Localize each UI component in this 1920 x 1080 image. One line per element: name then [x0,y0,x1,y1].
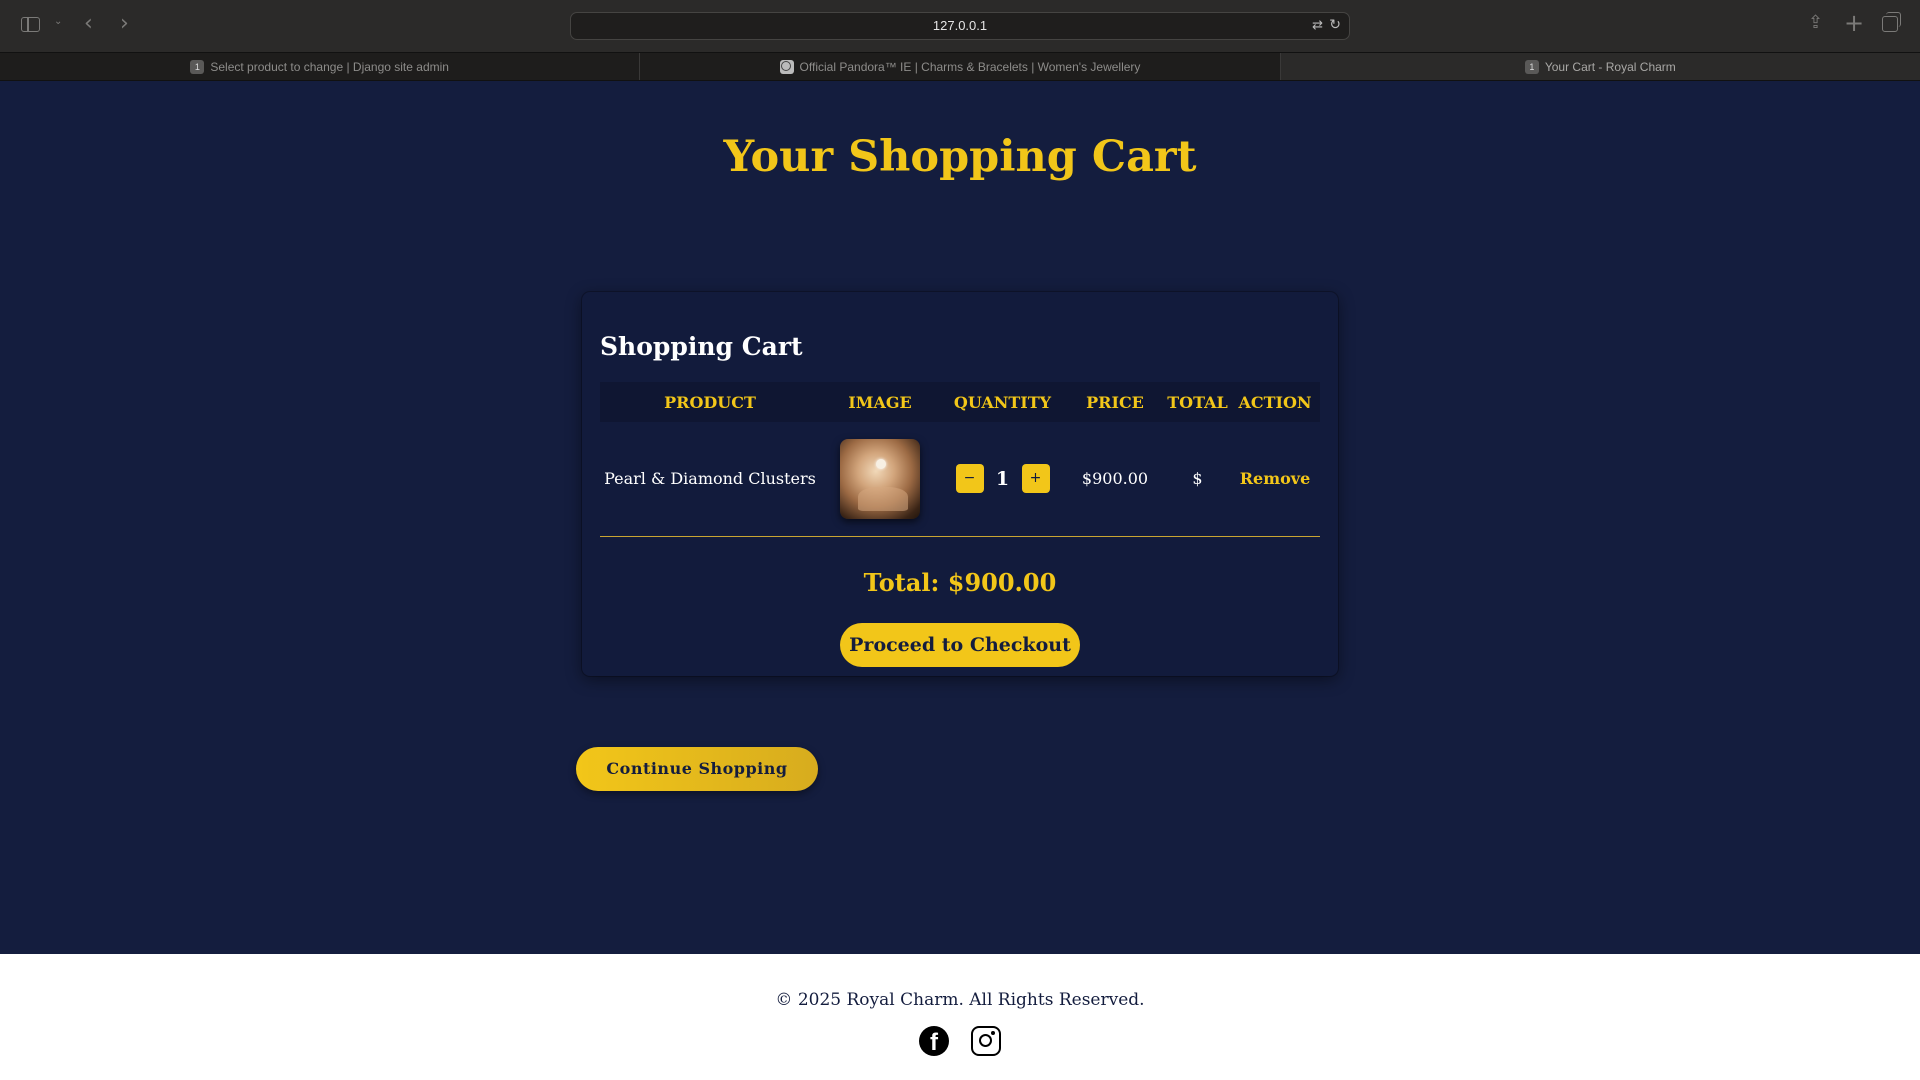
remove-item-link[interactable]: Remove [1240,469,1311,488]
reload-icon[interactable]: ↻ [1329,17,1341,33]
footer: © 2025 Royal Charm. All Rights Reserved.… [0,954,1920,1080]
column-header-quantity: QUANTITY [940,382,1065,422]
browser-toolbar: ⌄ ‹ › 127.0.0.1 ⇄ ↻ ⇪ + [0,0,1920,52]
share-icon[interactable]: ⇪ [1808,12,1823,33]
cart-card: Shopping Cart PRODUCT IMAGE QUANTITY PRI… [582,292,1338,676]
column-header-price: PRICE [1065,382,1165,422]
column-header-total: TOTAL [1165,382,1230,422]
copyright-text: © 2025 Royal Charm. All Rights Reserved. [775,990,1145,1010]
cart-total: Total: $900.00 [863,568,1057,597]
cart-table: PRODUCT IMAGE QUANTITY PRICE TOTAL ACTIO… [600,382,1320,537]
back-arrow-icon[interactable]: ‹ [84,11,93,36]
facebook-icon[interactable]: f [919,1026,949,1056]
instagram-icon[interactable] [971,1026,1001,1056]
tab-bar: 1 Select product to change | Django site… [0,52,1920,81]
tab-label: Select product to change | Django site a… [210,59,449,74]
product-image [840,438,920,519]
tab-overview-icon[interactable] [1882,12,1901,32]
tab-label: Official Pandora™ IE | Charms & Bracelet… [799,59,1141,74]
item-total: $ [1165,422,1230,537]
column-header-action: ACTION [1230,382,1320,422]
quantity-cell: − 1 + [940,422,1065,537]
product-name: Pearl & Diamond Clusters [600,422,820,537]
increment-button[interactable]: + [1021,464,1050,494]
continue-shopping-button[interactable]: Continue Shopping [576,747,818,791]
quantity-stepper: − 1 + [940,464,1065,494]
address-bar[interactable]: 127.0.0.1 ⇄ ↻ [570,12,1350,40]
tab-pandora[interactable]: Official Pandora™ IE | Charms & Bracelet… [640,53,1281,80]
product-image-cell [820,422,940,537]
tab-label: Your Cart - Royal Charm [1544,59,1676,74]
column-header-product: PRODUCT [600,382,820,422]
translate-icon[interactable]: ⇄ [1312,18,1323,33]
column-header-image: IMAGE [820,382,940,422]
tab-favicon: 1 [190,59,205,74]
social-links: f [0,1026,1920,1056]
url-text[interactable]: 127.0.0.1 [571,13,1349,39]
item-price: $900.00 [1065,422,1165,537]
table-row: Pearl & Diamond Clusters − 1 + $900.00 $… [600,422,1320,537]
action-cell: Remove [1230,422,1320,537]
page-title: Your Shopping Cart [723,132,1197,182]
tab-favicon: 1 [1524,59,1539,74]
checkout-button[interactable]: Proceed to Checkout [840,623,1080,667]
quantity-value: 1 [995,467,1010,490]
tab-favicon [779,59,794,74]
table-header-row: PRODUCT IMAGE QUANTITY PRICE TOTAL ACTIO… [600,382,1320,422]
tab-your-cart[interactable]: 1 Your Cart - Royal Charm [1280,53,1920,80]
forward-arrow-icon[interactable]: › [120,11,129,36]
sidebar-toggle-icon[interactable] [21,17,40,32]
cart-heading: Shopping Cart [600,332,803,361]
tab-django-admin[interactable]: 1 Select product to change | Django site… [0,53,641,80]
new-tab-icon[interactable]: + [1844,9,1864,37]
decrement-button[interactable]: − [955,464,984,494]
chevron-down-icon[interactable]: ⌄ [54,16,62,27]
